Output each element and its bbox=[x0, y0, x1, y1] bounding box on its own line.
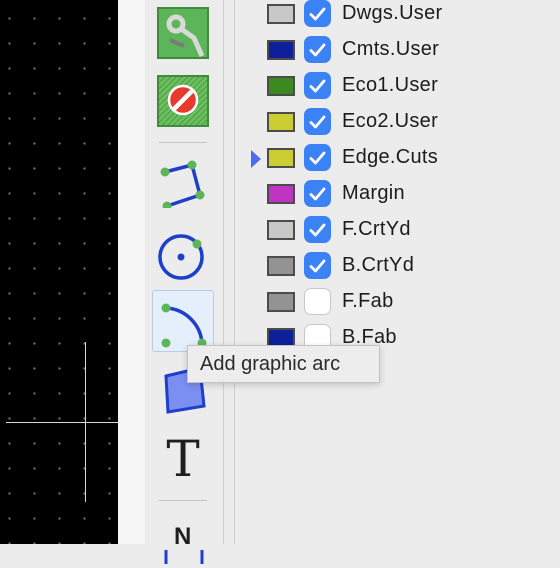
layer-color-swatch[interactable] bbox=[267, 112, 295, 132]
layer-visibility-checkbox[interactable] bbox=[304, 180, 331, 207]
layer-row[interactable]: Edge.Cuts bbox=[235, 141, 560, 177]
checkmark-icon bbox=[309, 187, 326, 200]
layer-visibility-checkbox[interactable] bbox=[304, 252, 331, 279]
pcb-canvas[interactable] bbox=[0, 0, 118, 544]
layer-visibility-checkbox[interactable] bbox=[304, 36, 331, 63]
layer-color-swatch[interactable] bbox=[267, 4, 295, 24]
layer-row[interactable]: Eco2.User bbox=[235, 105, 560, 141]
layer-name: Margin bbox=[342, 182, 405, 204]
layer-row[interactable]: Margin bbox=[235, 177, 560, 213]
layer-color-swatch[interactable] bbox=[267, 256, 295, 276]
drawing-toolbar: T N bbox=[145, 0, 223, 564]
layer-name: Edge.Cuts bbox=[342, 146, 439, 168]
toolbar-separator bbox=[159, 500, 207, 501]
toolbar-separator bbox=[159, 142, 207, 143]
arc-icon bbox=[161, 303, 207, 348]
layer-visibility-checkbox[interactable] bbox=[304, 288, 331, 315]
layer-name: Eco1.User bbox=[342, 74, 439, 96]
svg-text:N: N bbox=[174, 523, 191, 550]
local-ratsnest-button[interactable] bbox=[152, 2, 214, 64]
layer-visibility-checkbox[interactable] bbox=[304, 144, 331, 171]
crosshair-cursor-horizontal bbox=[6, 422, 118, 423]
layer-color-swatch[interactable] bbox=[267, 148, 295, 168]
circle-icon bbox=[158, 234, 204, 280]
checkmark-icon bbox=[309, 79, 326, 92]
tooltip: Add graphic arc bbox=[187, 345, 380, 383]
layer-row[interactable]: B.CrtYd bbox=[235, 249, 560, 285]
layer-visibility-checkbox[interactable] bbox=[304, 72, 331, 99]
dimension-icon: N bbox=[164, 523, 204, 564]
add-text-button[interactable]: T bbox=[152, 428, 214, 490]
layer-name: F.CrtYd bbox=[342, 218, 411, 240]
layer-color-swatch[interactable] bbox=[267, 76, 295, 96]
layers-panel: Dwgs.User Cmts.User Eco1.User Eco2.User Edge… bbox=[235, 0, 560, 544]
checkmark-icon bbox=[309, 7, 326, 20]
current-layer-arrow-icon bbox=[251, 150, 261, 168]
layer-name: B.CrtYd bbox=[342, 254, 415, 276]
layer-name: Dwgs.User bbox=[342, 2, 443, 24]
layer-color-swatch[interactable] bbox=[267, 40, 295, 60]
polyline-icon bbox=[160, 160, 205, 208]
layer-row[interactable]: Dwgs.User bbox=[235, 0, 560, 33]
checkmark-icon bbox=[309, 151, 326, 164]
layer-visibility-checkbox[interactable] bbox=[304, 216, 331, 243]
checkmark-icon bbox=[309, 223, 326, 236]
checkmark-icon bbox=[309, 259, 326, 272]
text-icon: T bbox=[166, 430, 200, 488]
layer-name: Cmts.User bbox=[342, 38, 440, 60]
add-dimension-button[interactable]: N bbox=[152, 506, 214, 568]
layer-color-swatch[interactable] bbox=[267, 220, 295, 240]
layer-row[interactable]: Cmts.User bbox=[235, 33, 560, 69]
add-graphic-arc-button[interactable] bbox=[152, 290, 214, 352]
layer-color-swatch[interactable] bbox=[267, 184, 295, 204]
checkmark-icon bbox=[309, 115, 326, 128]
layer-row[interactable]: Eco1.User bbox=[235, 69, 560, 105]
add-keepout-area-button[interactable] bbox=[152, 70, 214, 132]
add-graphic-line-button[interactable] bbox=[152, 152, 214, 214]
layer-name: Eco2.User bbox=[342, 110, 439, 132]
layer-color-swatch[interactable] bbox=[267, 292, 295, 312]
layer-row[interactable]: F.CrtYd bbox=[235, 213, 560, 249]
ratsnest-icon bbox=[157, 7, 209, 59]
layer-visibility-checkbox[interactable] bbox=[304, 0, 331, 27]
layer-name: F.Fab bbox=[342, 290, 394, 312]
checkmark-icon bbox=[309, 43, 326, 56]
panel-divider bbox=[223, 0, 224, 544]
layer-visibility-checkbox[interactable] bbox=[304, 108, 331, 135]
canvas-border bbox=[118, 0, 145, 544]
layer-row[interactable]: F.Fab bbox=[235, 285, 560, 321]
add-graphic-circle-button[interactable] bbox=[152, 222, 214, 284]
no-entry-icon bbox=[157, 75, 209, 127]
